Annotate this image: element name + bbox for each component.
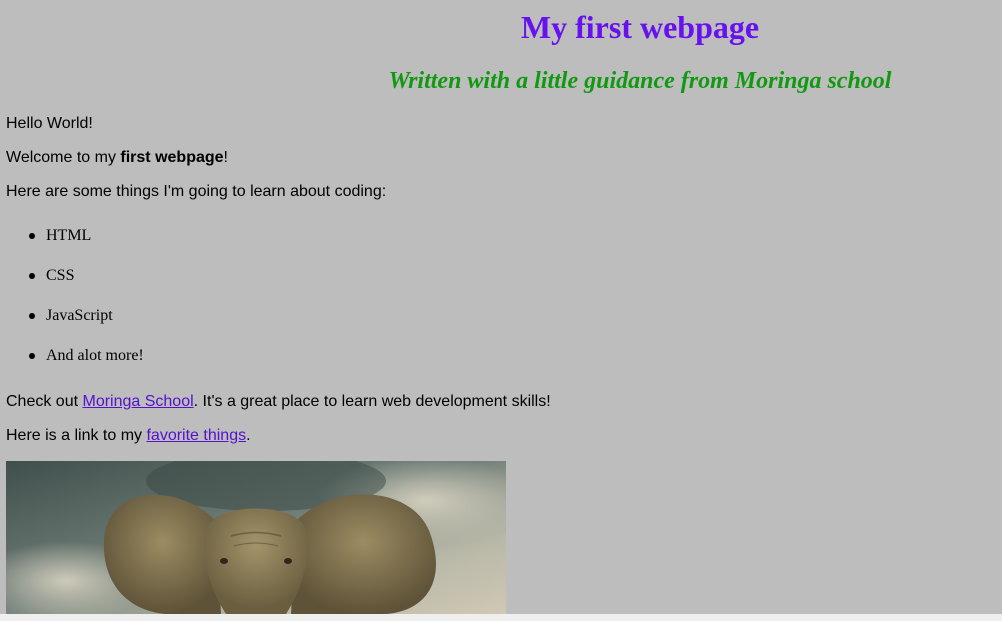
- viewport-bottom-strip: [0, 614, 1002, 621]
- bullet-icon: [29, 313, 35, 319]
- checkout-paragraph: Check out Moringa School. It's a great p…: [6, 392, 551, 412]
- list-item: JavaScript: [0, 306, 144, 346]
- list-item-label: HTML: [46, 227, 92, 244]
- page: My first webpage Written with a little g…: [0, 0, 1002, 614]
- favorite-things-link[interactable]: favorite things: [146, 427, 246, 444]
- hello-text: Hello World!: [6, 115, 93, 132]
- welcome-bold: first webpage: [120, 149, 224, 166]
- intro-text: Here are some things I'm going to learn …: [6, 183, 387, 200]
- favorites-prefix: Here is a link to my: [6, 427, 147, 444]
- learn-list: HTML CSS JavaScript And alot more!: [0, 226, 144, 386]
- list-item: CSS: [0, 266, 144, 306]
- list-item-label: CSS: [46, 267, 75, 284]
- favorites-paragraph: Here is a link to my favorite things.: [6, 426, 251, 446]
- checkout-prefix: Check out: [6, 393, 83, 410]
- favorites-suffix: .: [246, 427, 251, 444]
- welcome-suffix: !: [223, 149, 228, 166]
- bullet-icon: [29, 273, 35, 279]
- page-title: My first webpage: [520, 9, 760, 45]
- list-item: And alot more!: [0, 346, 144, 386]
- bullet-icon: [29, 353, 35, 359]
- list-item-label: And alot more!: [46, 347, 144, 364]
- checkout-suffix: . It's a great place to learn web develo…: [193, 393, 551, 410]
- page-subtitle: Written with a little guidance from Mori…: [388, 68, 892, 94]
- welcome-prefix: Welcome to my: [6, 149, 121, 166]
- bullet-icon: [29, 233, 35, 239]
- elephant-image: [6, 461, 506, 614]
- list-item-label: JavaScript: [46, 307, 113, 324]
- welcome-paragraph: Welcome to my first webpage!: [6, 148, 228, 168]
- moringa-school-link[interactable]: Moringa School: [82, 393, 193, 410]
- list-item: HTML: [0, 226, 144, 266]
